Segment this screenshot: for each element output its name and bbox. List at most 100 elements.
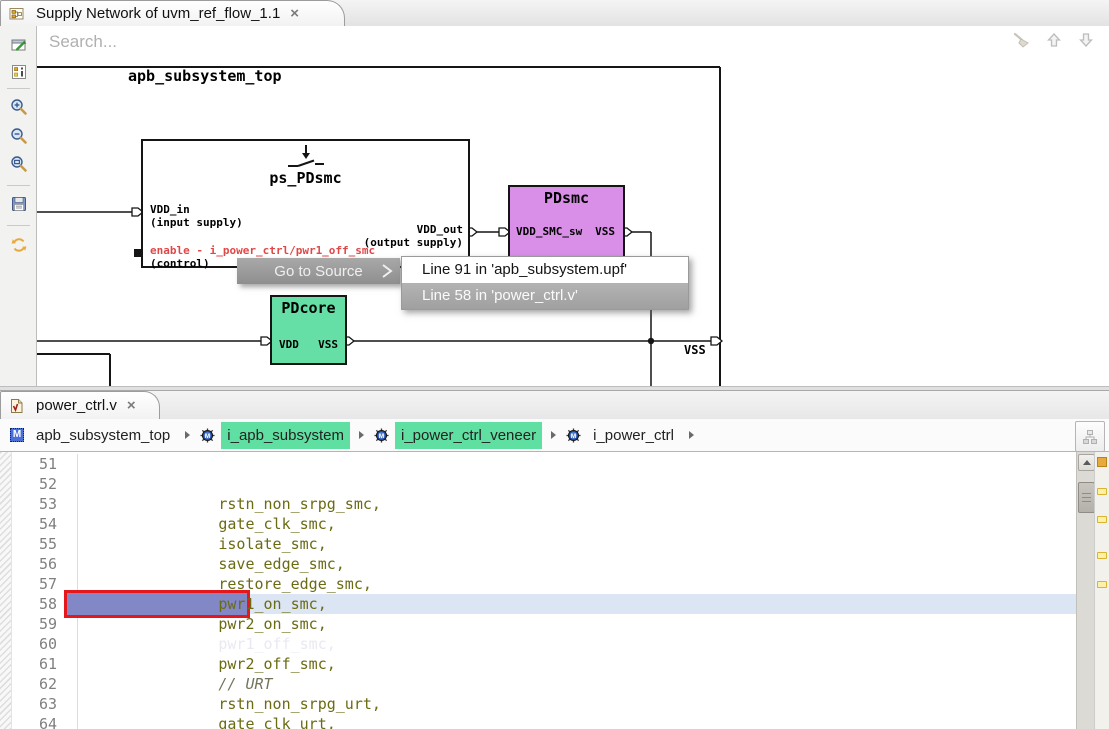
scroll-up-button[interactable]: [1078, 454, 1095, 471]
arrow-up-icon[interactable]: [1045, 31, 1063, 54]
breadcrumb-label: i_power_ctrl_veneer: [395, 422, 542, 449]
overview-header-marker[interactable]: [1097, 457, 1107, 467]
scope-label: apb_subsystem_top: [128, 67, 282, 85]
line-number: 61: [12, 654, 78, 674]
block-title: PDcore: [272, 299, 345, 317]
module-icon: M: [10, 428, 24, 442]
supply-network-tabbar: Supply Network of uvm_ref_flow_1.1 ×: [0, 0, 1109, 27]
edit-properties-icon[interactable]: [10, 36, 28, 54]
port-vdd-smc-sw[interactable]: VDD_SMC_sw: [516, 225, 582, 238]
submenu-arrow-icon: [381, 262, 393, 284]
diagram-toolbar: [0, 26, 37, 386]
code-line[interactable]: 56 pwr1_on_smc,: [12, 554, 1109, 574]
line-number: 53: [12, 494, 78, 514]
occurrence-marker[interactable]: [1097, 488, 1107, 495]
line-number: 55: [12, 534, 78, 554]
code-line[interactable]: 61 rstn_non_srpg_urt,: [12, 654, 1109, 674]
block-pdsmc[interactable]: PDsmc VDD_SMC_sw VSS: [508, 185, 625, 260]
port-vss[interactable]: VSS: [595, 225, 615, 238]
port-vss[interactable]: VSS: [318, 338, 338, 351]
code-line[interactable]: 51 rstn_non_srpg_smc,: [12, 454, 1109, 474]
code-line[interactable]: 58 pwr1_off_smc,: [12, 594, 1109, 614]
zoom-in-icon[interactable]: [10, 98, 28, 116]
chevron-right-icon: [185, 431, 190, 439]
breadcrumb-item[interactable]: M M apb_subsystem_top: [10, 422, 199, 449]
line-number: 64: [12, 714, 78, 729]
tab-power-ctrl-v[interactable]: power_ctrl.v ×: [0, 391, 160, 419]
verilog-file-icon: [8, 398, 24, 414]
code-line[interactable]: 64 save_edge_urt,: [12, 714, 1109, 729]
breadcrumb-label: i_apb_subsystem: [221, 422, 350, 449]
occurrence-marker[interactable]: [1097, 581, 1107, 588]
menu-label: Go to Source: [274, 263, 362, 280]
show-hierarchy-button[interactable]: [1075, 421, 1105, 452]
breadcrumb-item[interactable]: M M i_power_ctrl: [565, 422, 703, 449]
chevron-right-icon: [359, 431, 364, 439]
breadcrumb-item[interactable]: M M i_power_ctrl_veneer: [373, 422, 565, 449]
legend-icon[interactable]: [10, 63, 28, 81]
arrow-down-icon[interactable]: [1077, 31, 1095, 54]
block-pdcore[interactable]: PDcore VDD VSS: [270, 295, 347, 365]
line-number: 62: [12, 674, 78, 694]
instance-icon: M: [199, 427, 215, 443]
search-bar: [37, 26, 1109, 59]
vertical-scrollbar[interactable]: [1076, 452, 1094, 729]
tab-title: Supply Network of uvm_ref_flow_1.1: [36, 5, 280, 22]
refresh-icon[interactable]: [10, 236, 28, 254]
code-line[interactable]: 63 isolate_urt,: [12, 694, 1109, 714]
code-line[interactable]: 53 isolate_smc,: [12, 494, 1109, 514]
instance-icon: M: [373, 427, 389, 443]
line-number: 63: [12, 694, 78, 714]
annotation-ruler[interactable]: [0, 452, 12, 729]
code-text: rstn_non_srpg_smc,: [78, 454, 1076, 474]
close-icon[interactable]: ×: [127, 397, 136, 414]
zoom-fit-icon[interactable]: [10, 155, 28, 173]
port-vdd[interactable]: VDD: [279, 338, 299, 351]
svg-text:M: M: [570, 432, 576, 439]
port-vdd-in-kind: (input supply): [150, 216, 243, 229]
close-icon[interactable]: ×: [290, 5, 299, 22]
code-line[interactable]: 54 save_edge_smc,: [12, 514, 1109, 534]
code-line[interactable]: 62 gate_clk_urt,: [12, 674, 1109, 694]
code-line[interactable]: 55 restore_edge_smc,: [12, 534, 1109, 554]
port-vdd-in[interactable]: VDD_in: [150, 203, 190, 216]
line-number: 54: [12, 514, 78, 534]
tab-supply-network[interactable]: Supply Network of uvm_ref_flow_1.1 ×: [0, 0, 345, 26]
block-ps-pdsmc[interactable]: ps_PDsmc VDD_in (input supply) enable - …: [141, 139, 470, 268]
port-vdd-out[interactable]: VDD_out: [417, 223, 463, 236]
zoom-out-icon[interactable]: [10, 127, 28, 145]
clear-highlight-icon[interactable]: [1011, 31, 1031, 54]
application-window: Supply Network of uvm_ref_flow_1.1 ×: [0, 0, 1109, 729]
occurrence-marker[interactable]: [1097, 552, 1107, 559]
line-number: 56: [12, 554, 78, 574]
hierarchy-breadcrumb: M M apb_subsystem_top M M i_apb_subsyste…: [0, 419, 1109, 452]
code-line[interactable]: 60 // URT: [12, 634, 1109, 654]
toolbar-separator: [7, 185, 30, 186]
chevron-right-icon: [689, 431, 694, 439]
breadcrumb-label: apb_subsystem_top: [30, 422, 176, 449]
port-enable-kind: (control): [150, 257, 210, 270]
code-text: gate_clk_smc,: [78, 474, 1076, 494]
breadcrumb-item[interactable]: M M i_apb_subsystem: [199, 422, 373, 449]
context-menu-item[interactable]: Line 91 in 'apb_subsystem.upf': [402, 257, 688, 283]
context-menu-go-to-source[interactable]: Go to Source: [237, 258, 400, 284]
editor-tabbar: power_ctrl.v ×: [0, 391, 1109, 419]
save-icon[interactable]: [10, 195, 28, 213]
context-submenu: Line 91 in 'apb_subsystem.upf' Line 58 i…: [401, 256, 689, 310]
code-editor[interactable]: 51 rstn_non_srpg_smc, 52 gate_clk_smc,: [0, 452, 1109, 729]
svg-text:M: M: [378, 432, 384, 439]
code-lines: 51 rstn_non_srpg_smc, 52 gate_clk_smc,: [12, 454, 1109, 729]
search-input[interactable]: [37, 32, 1011, 52]
overview-ruler[interactable]: [1094, 452, 1109, 729]
code-line[interactable]: 52 gate_clk_smc,: [12, 474, 1109, 494]
port-enable[interactable]: enable - i_power_ctrl/pwr1_off_smc: [150, 244, 375, 257]
port-vdd-out-kind: (output supply): [364, 236, 463, 249]
supply-network-canvas[interactable]: apb_subsystem_top ps_PDsmc VDD_in (input…: [37, 58, 1109, 386]
line-number: 60: [12, 634, 78, 654]
context-menu-item[interactable]: Line 58 in 'power_ctrl.v': [402, 283, 688, 309]
scrollbar-thumb[interactable]: [1078, 482, 1095, 513]
vss-net-label: VSS: [684, 343, 706, 357]
toolbar-separator: [7, 225, 30, 226]
block-title: PDsmc: [510, 189, 623, 207]
occurrence-marker[interactable]: [1097, 516, 1107, 523]
